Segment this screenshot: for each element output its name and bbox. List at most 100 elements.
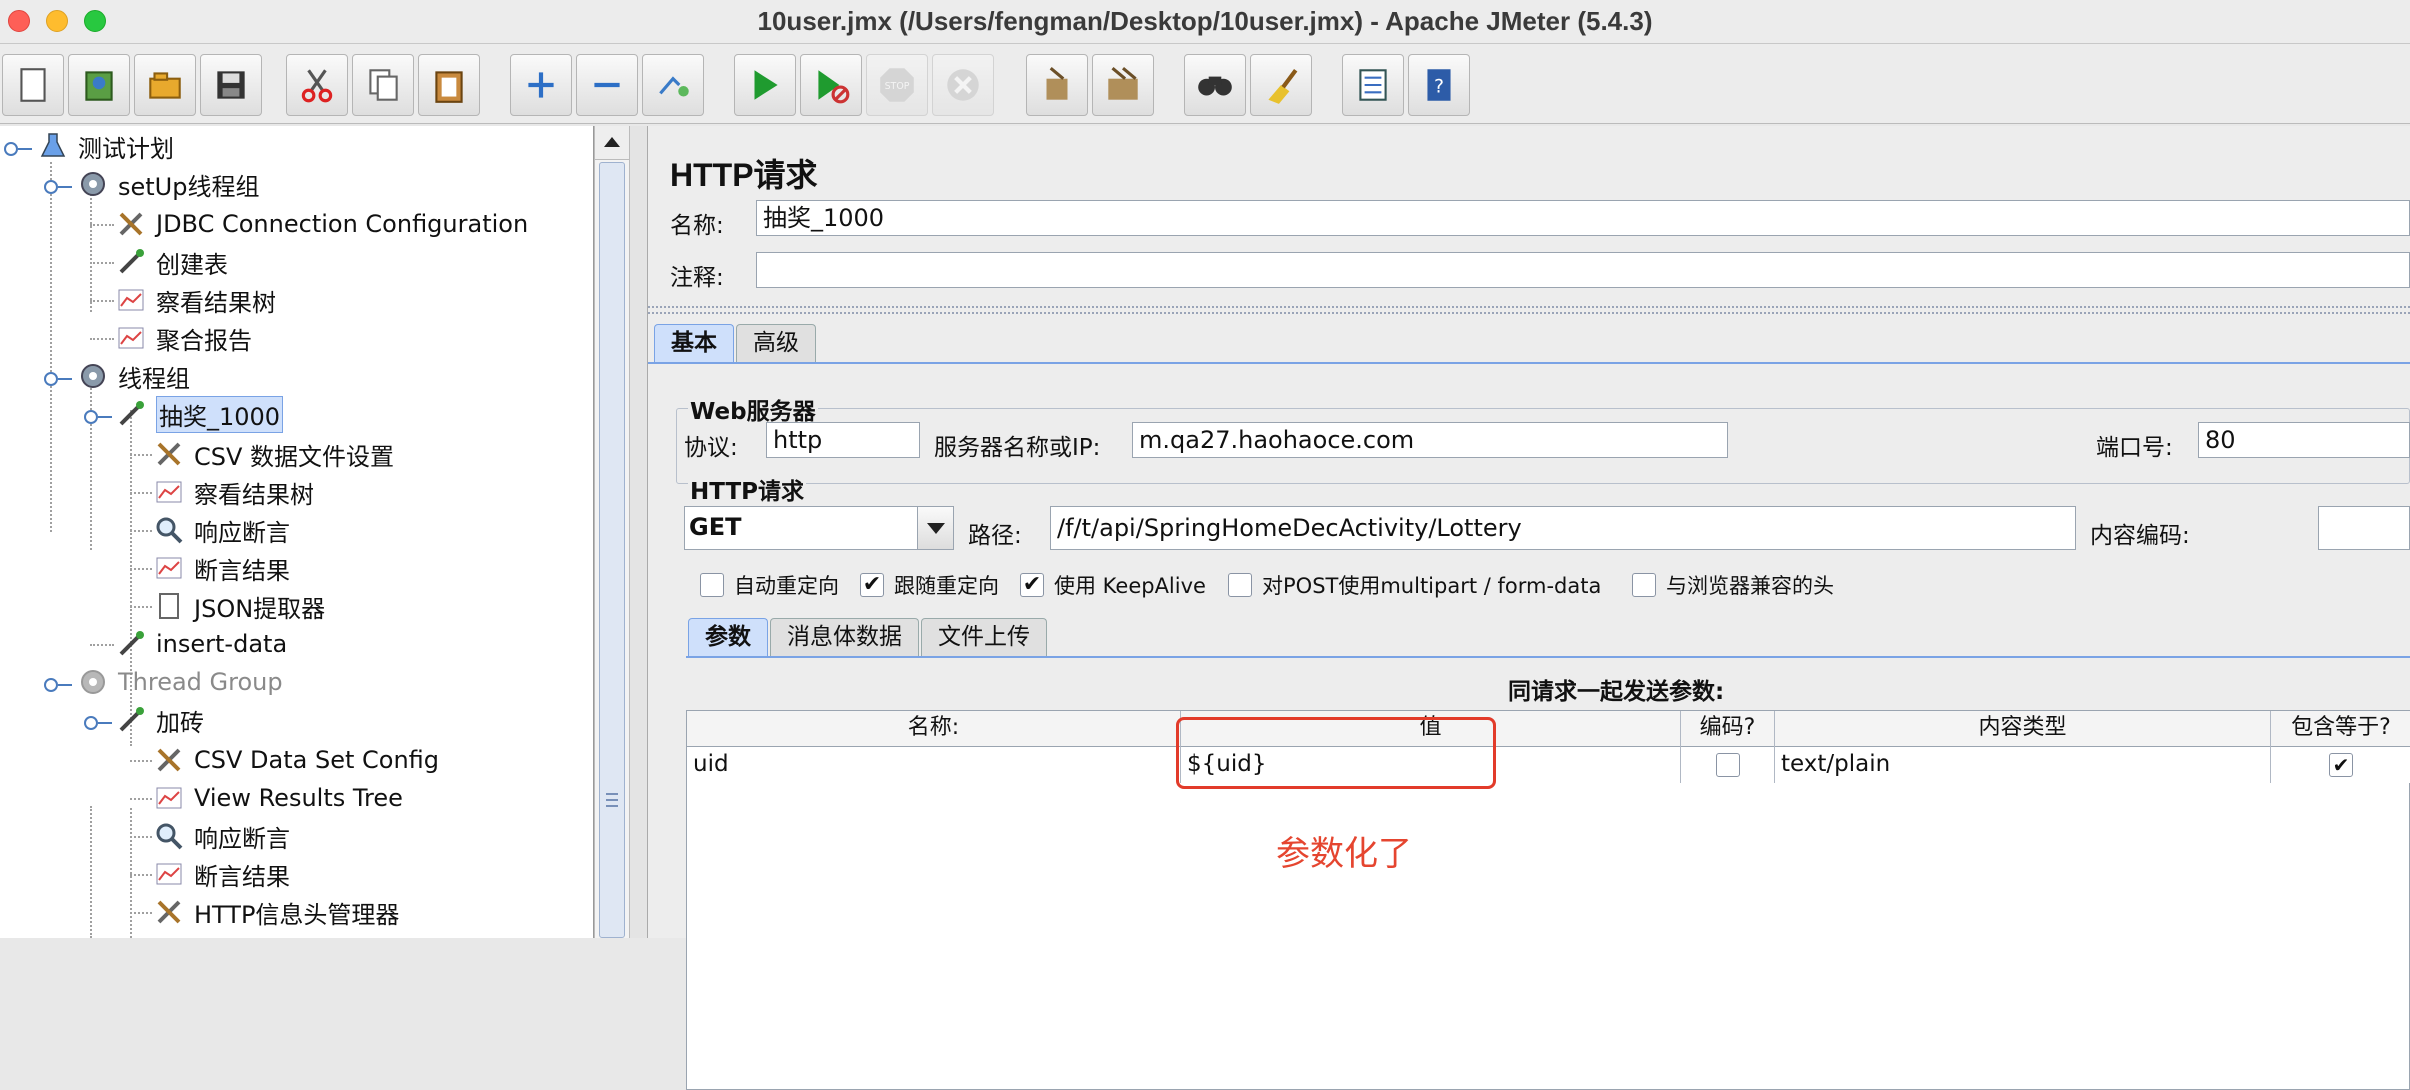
tree-node-create-table[interactable]: 创建表: [114, 244, 228, 280]
expand-icon[interactable]: [510, 54, 572, 116]
tree-node-response-assertion[interactable]: 响应断言: [152, 512, 290, 548]
panel-splitter[interactable]: [630, 126, 648, 938]
check-icon[interactable]: ✔: [2329, 752, 2353, 777]
open-icon[interactable]: [134, 54, 196, 116]
table-cell-content-type[interactable]: text/plain: [1775, 747, 2271, 783]
value-column-highlight: [1176, 717, 1496, 789]
tree-node-view-results-tree-3[interactable]: View Results Tree: [152, 780, 403, 816]
clear-icon[interactable]: [1026, 54, 1088, 116]
table-cell-name[interactable]: uid: [687, 747, 1181, 783]
tree-node-insert-data[interactable]: insert-data: [114, 626, 287, 662]
sampler-icon: [114, 397, 148, 431]
tab-advanced[interactable]: 高级: [736, 324, 816, 362]
toggle-icon[interactable]: [642, 54, 704, 116]
checkbox-box[interactable]: [1715, 752, 1740, 777]
tree-node-add-brick[interactable]: 加砖: [114, 702, 204, 738]
column-encode-header[interactable]: 编码?: [1681, 711, 1775, 747]
copy-icon[interactable]: [352, 54, 414, 116]
browser-headers-checkbox[interactable]: 与浏览器兼容的头: [1632, 570, 1834, 600]
tab-parameters[interactable]: 参数: [688, 618, 768, 656]
paste-icon[interactable]: [418, 54, 480, 116]
check-icon[interactable]: ✔: [1020, 573, 1044, 597]
web-server-title: Web服务器: [688, 392, 818, 426]
chart-icon: [152, 551, 186, 585]
checkbox-box[interactable]: [700, 573, 724, 597]
tree-node-aggregate-report[interactable]: 聚合报告: [114, 320, 252, 356]
scroll-up-arrow-icon[interactable]: [595, 126, 629, 160]
tree-scrollbar[interactable]: [594, 126, 630, 938]
auto-redirect-checkbox[interactable]: 自动重定向: [700, 570, 839, 600]
parameters-table: 名称: 值 编码? 内容类型 包含等于? uid ${uid} text/pla…: [686, 710, 2410, 1090]
shutdown-icon[interactable]: [932, 54, 994, 116]
search-icon[interactable]: [1184, 54, 1246, 116]
stop-icon[interactable]: STOP: [866, 54, 928, 116]
column-content-type-header[interactable]: 内容类型: [1775, 711, 2271, 747]
scrollbar-thumb[interactable]: [599, 162, 625, 938]
annotation-text: 参数化了: [1276, 834, 1412, 874]
content-encoding-field[interactable]: [2318, 506, 2410, 550]
tree-node-view-results-tree-2[interactable]: 察看结果树: [152, 474, 314, 510]
save-icon[interactable]: [200, 54, 262, 116]
tree-node-jdbc-config[interactable]: JDBC Connection Configuration: [114, 206, 528, 242]
table-cell-encode[interactable]: [1681, 747, 1775, 783]
tree-node-assertion-results-2[interactable]: 断言结果: [152, 856, 290, 892]
tab-body-data[interactable]: 消息体数据: [770, 618, 919, 656]
checkbox-box[interactable]: [1228, 573, 1252, 597]
multipart-checkbox[interactable]: 对POST使用multipart / form-data: [1228, 570, 1601, 600]
protocol-field[interactable]: http: [766, 422, 920, 458]
gear-icon: [76, 665, 110, 699]
tree-node-thread-group-disabled[interactable]: Thread Group: [76, 664, 283, 700]
method-select[interactable]: GET: [684, 506, 954, 550]
port-field[interactable]: 80: [2198, 422, 2410, 458]
tree-node-csv-data-set-config[interactable]: CSV Data Set Config: [152, 742, 439, 778]
collapse-divider[interactable]: [648, 306, 2410, 314]
magnifier-icon: [152, 513, 186, 547]
start-icon[interactable]: [734, 54, 796, 116]
server-label: 服务器名称或IP:: [934, 435, 1101, 461]
document-icon: [152, 589, 186, 623]
cut-icon[interactable]: [286, 54, 348, 116]
start-no-pauses-icon[interactable]: [800, 54, 862, 116]
function-helper-icon[interactable]: [1342, 54, 1404, 116]
gear-icon: [76, 167, 110, 201]
tree-node-assertion-results[interactable]: 断言结果: [152, 550, 290, 586]
tab-files-upload[interactable]: 文件上传: [921, 618, 1047, 656]
tab-basic[interactable]: 基本: [654, 324, 734, 362]
column-include-equals-header[interactable]: 包含等于?: [2271, 711, 2410, 747]
follow-redirect-checkbox[interactable]: ✔ 跟随重定向: [860, 570, 999, 600]
table-cell-include-equals[interactable]: ✔: [2271, 747, 2410, 783]
wrench-icon: [114, 207, 148, 241]
wrench-icon: [152, 895, 186, 929]
column-name-header[interactable]: 名称:: [687, 711, 1181, 747]
gear-icon: [76, 359, 110, 393]
chart-icon: [152, 857, 186, 891]
collapse-icon[interactable]: [576, 54, 638, 116]
tree-node-test-plan[interactable]: 测试计划: [36, 128, 174, 164]
title-bar: 10user.jmx (/Users/fengman/Desktop/10use…: [0, 0, 2410, 44]
new-icon[interactable]: [2, 54, 64, 116]
comment-field[interactable]: [756, 252, 2410, 288]
templates-icon[interactable]: [68, 54, 130, 116]
chevron-down-icon[interactable]: [917, 507, 953, 549]
reset-search-icon[interactable]: [1250, 54, 1312, 116]
tree-node-response-assertion-2[interactable]: 响应断言: [152, 818, 290, 854]
http-request-panel: HTTP请求 名称: 抽奖_1000 注释: 基本 高级 Web服务器 协议: …: [648, 126, 2410, 1090]
tree-node-setup-thread-group[interactable]: setUp线程组: [76, 166, 259, 202]
tree-node-view-results-tree[interactable]: 察看结果树: [114, 282, 276, 318]
check-icon[interactable]: ✔: [860, 573, 884, 597]
window-title: 10user.jmx (/Users/fengman/Desktop/10use…: [757, 6, 1653, 36]
keepalive-checkbox[interactable]: ✔ 使用 KeepAlive: [1020, 570, 1206, 600]
path-field[interactable]: /f/t/api/SpringHomeDecActivity/Lottery: [1050, 506, 2076, 550]
server-field[interactable]: m.qa27.haohaoce.com: [1132, 422, 1728, 458]
tree-node-lottery-sampler[interactable]: 抽奖_1000: [114, 395, 284, 433]
tree-node-thread-group[interactable]: 线程组: [76, 358, 190, 394]
sampler-icon: [114, 703, 148, 737]
tree-node-json-extractor[interactable]: JSON提取器: [152, 588, 325, 624]
tree-node-csv-data-set[interactable]: CSV 数据文件设置: [152, 436, 394, 472]
tree-node-header-manager[interactable]: HTTP信息头管理器: [152, 894, 399, 930]
params-caption: 同请求一起发送参数:: [1508, 679, 1725, 705]
name-field[interactable]: 抽奖_1000: [756, 200, 2410, 236]
checkbox-box[interactable]: [1632, 573, 1656, 597]
help-icon[interactable]: ?: [1408, 54, 1470, 116]
clear-all-icon[interactable]: [1092, 54, 1154, 116]
